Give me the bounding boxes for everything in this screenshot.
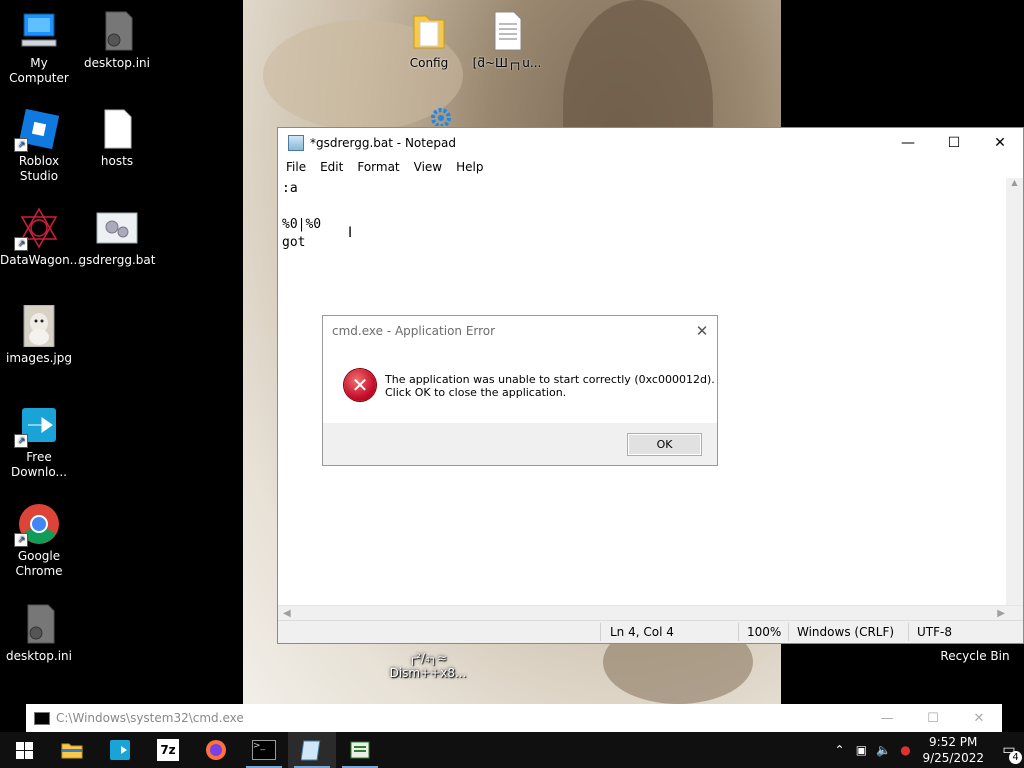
maximize-button[interactable]: ☐ — [931, 128, 977, 158]
dialog-close-button[interactable]: ✕ — [687, 316, 717, 346]
desktop-icon-roblox-studio[interactable]: ↗ Roblox Studio — [0, 108, 78, 184]
show-hidden-icons-chevron-icon[interactable]: ⌃ — [828, 743, 850, 757]
clock-time: 9:52 PM — [929, 735, 978, 749]
datawagon-icon: ↗ — [14, 207, 60, 251]
desktop-icon-datawagon[interactable]: ↗ DataWagon... — [0, 207, 81, 268]
windows-logo-icon — [15, 741, 33, 759]
notification-center-icon[interactable]: ▭ 4 — [994, 742, 1024, 764]
recycle-bin-label: Recycle Bin — [940, 649, 1010, 663]
dialog-title-bar[interactable]: cmd.exe - Application Error ✕ — [323, 316, 717, 346]
application-error-dialog[interactable]: cmd.exe - Application Error ✕ ✕ The appl… — [322, 315, 718, 466]
notepad-alt-icon — [350, 741, 370, 759]
desktop-icon-gsdrergg-bat[interactable]: gsdrergg.bat — [78, 207, 156, 268]
status-line-ending: Windows (CRLF) — [797, 625, 895, 639]
notepad-title-bar[interactable]: *gsdrergg.bat - Notepad — ☐ ✕ — [278, 128, 1023, 158]
desktop-icon-dism[interactable]: ┌²/₄┐≈ Dism++x8... — [389, 651, 467, 681]
system-tray: ⌃ ▣ 🔈 ● 9:52 PM 9/25/2022 ▭ 4 — [828, 732, 1024, 768]
cmd-close-button[interactable]: ✕ — [956, 711, 1002, 726]
image-file-icon — [18, 304, 60, 348]
taskbar-notepad-2[interactable] — [336, 732, 384, 768]
menu-format[interactable]: Format — [351, 158, 407, 178]
desktop-icon-hosts[interactable]: hosts — [78, 108, 156, 169]
status-zoom: 100% — [747, 625, 782, 639]
clock[interactable]: 9:52 PM 9/25/2022 — [922, 734, 984, 766]
notepad-status-bar: Ln 4, Col 4 100% Windows (CRLF) UTF-8 — [278, 620, 1023, 643]
file-explorer-icon — [61, 743, 83, 759]
computer-icon — [18, 10, 60, 52]
taskbar-cmd[interactable]: >_ — [240, 732, 288, 768]
dialog-body: ✕ The application was unable to start co… — [323, 346, 717, 424]
ok-button[interactable]: OK — [627, 433, 702, 456]
desktop-icon-config[interactable]: Config — [390, 10, 468, 71]
dialog-message-line1: The application was unable to start corr… — [385, 373, 715, 386]
text-file-icon — [486, 10, 528, 52]
desktop-icon-recycle-bin[interactable]: Recycle Bin — [936, 603, 1014, 664]
taskbar: 7z >_ ⌃ ▣ 🔈 ● 9:52 PM 9/25/2022 ▭ 4 — [0, 732, 1024, 768]
folder-icon — [408, 10, 450, 52]
desktop-icon-my-computer[interactable]: My Computer — [0, 10, 78, 86]
minimize-button[interactable]: — — [885, 128, 931, 158]
taskbar-7zip[interactable]: 7z — [144, 732, 192, 768]
notepad-title: *gsdrergg.bat - Notepad — [310, 136, 456, 150]
menu-view[interactable]: View — [408, 158, 450, 178]
desktop-icon-free-download-manager[interactable]: ↗ Free Downlo... — [0, 404, 78, 480]
settings-file-icon — [18, 603, 60, 645]
notepad-icon — [288, 135, 304, 151]
desktop-icon-google-chrome[interactable]: ↗ Google Chrome — [0, 503, 78, 579]
cmd-maximize-button[interactable]: ☐ — [910, 711, 956, 726]
7zip-icon: 7z — [157, 739, 179, 761]
taskbar-firefox[interactable] — [192, 732, 240, 768]
close-button[interactable]: ✕ — [977, 128, 1023, 158]
firefox-icon — [206, 740, 226, 760]
cmd-window-title: C:\Windows\system32\cmd.exe — [56, 711, 244, 725]
text-cursor-icon: I — [348, 225, 353, 241]
desktop-icon-images-jpg[interactable]: images.jpg — [0, 304, 78, 366]
notepad-icon — [301, 740, 321, 761]
notepad-menu-bar: File Edit Format View Help — [278, 158, 1023, 178]
desktop-icon-text-file[interactable]: [ƌ~Ш┌┐u... — [468, 10, 546, 71]
download-manager-icon: ↗ — [14, 404, 60, 448]
desktop-icon-desktop-ini[interactable]: desktop.ini — [78, 10, 156, 71]
menu-edit[interactable]: Edit — [314, 158, 351, 178]
scroll-up-arrow-icon[interactable]: ▲ — [1006, 178, 1023, 187]
cmd-minimize-button[interactable]: — — [864, 711, 910, 726]
gear-icon — [420, 104, 462, 128]
menu-help[interactable]: Help — [450, 158, 491, 178]
notification-count: 4 — [1009, 751, 1022, 764]
menu-file[interactable]: File — [280, 158, 314, 178]
file-icon — [96, 108, 138, 150]
clock-date: 9/25/2022 — [922, 751, 984, 765]
cmd-icon — [34, 711, 50, 725]
start-button[interactable] — [0, 732, 48, 768]
roblox-studio-icon: ↗ — [14, 108, 60, 152]
network-icon[interactable]: ▣ — [850, 743, 872, 757]
dialog-message-line2: Click OK to close the application. — [385, 386, 567, 399]
download-manager-icon — [110, 740, 130, 760]
taskbar-download-manager[interactable] — [96, 732, 144, 768]
error-icon: ✕ — [344, 369, 376, 401]
vertical-scrollbar[interactable]: ▲ — [1006, 178, 1023, 605]
settings-file-icon — [96, 10, 138, 52]
taskbar-file-explorer[interactable] — [48, 732, 96, 768]
dialog-title: cmd.exe - Application Error — [332, 324, 496, 338]
dialog-footer: OK — [323, 423, 717, 465]
scroll-left-arrow-icon[interactable]: ◀ — [283, 608, 291, 619]
desktop-icon-desktop-ini-2[interactable]: desktop.ini — [0, 603, 78, 664]
status-position: Ln 4, Col 4 — [610, 625, 674, 639]
dialog-message: The application was unable to start corr… — [385, 373, 715, 399]
warning-badge-icon[interactable]: ● — [894, 743, 916, 757]
volume-muted-icon[interactable]: 🔈 — [872, 743, 894, 757]
batch-file-icon — [96, 207, 138, 249]
taskbar-notepad[interactable] — [288, 732, 336, 768]
chrome-icon: ↗ — [14, 503, 60, 547]
cmd-icon: >_ — [252, 740, 276, 760]
cmd-window-title-bar[interactable]: C:\Windows\system32\cmd.exe — ☐ ✕ — [26, 704, 1002, 732]
